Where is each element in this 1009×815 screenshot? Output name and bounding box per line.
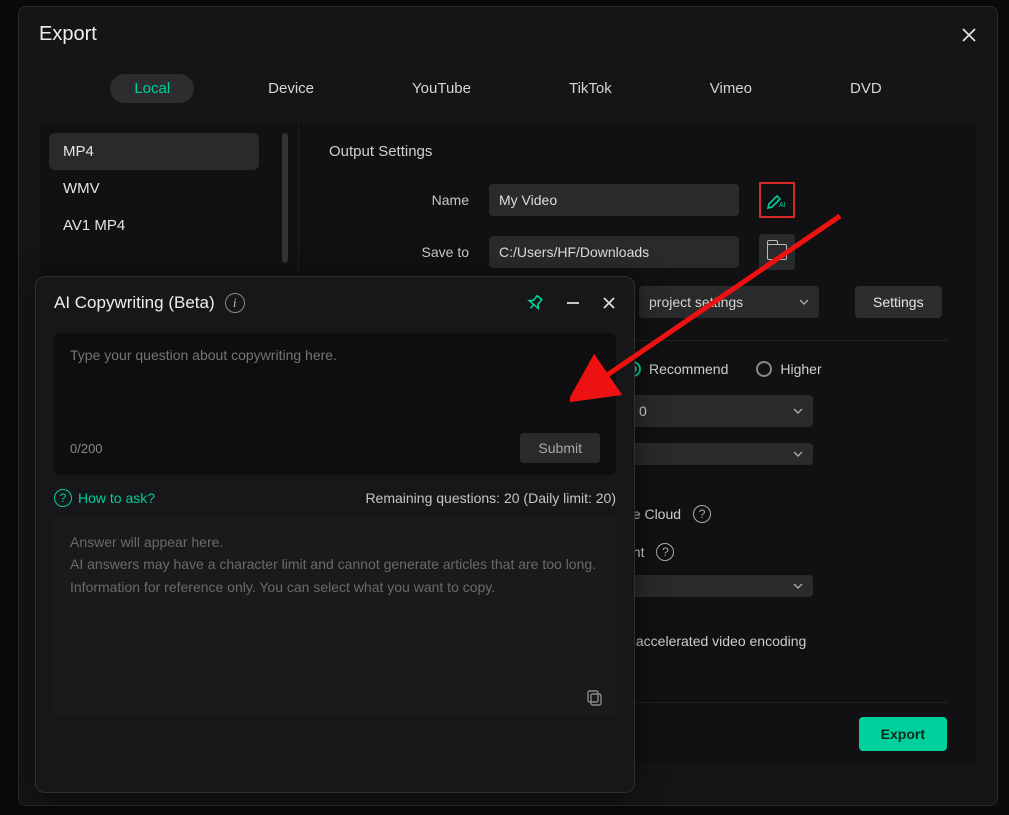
tab-tiktok[interactable]: TikTok xyxy=(545,74,636,103)
settings-button[interactable]: Settings xyxy=(855,286,942,318)
folder-icon[interactable] xyxy=(759,234,795,270)
export-tabs: Local Device YouTube TikTok Vimeo DVD xyxy=(39,56,977,113)
saveto-input[interactable] xyxy=(489,236,739,268)
help-icon[interactable]: ? xyxy=(693,505,711,523)
ai-copywriting-panel: AI Copywriting (Beta) i 0/200 Submit ? H… xyxy=(35,276,635,793)
answer-area: Answer will appear here. AI answers may … xyxy=(54,517,616,717)
pin-icon[interactable] xyxy=(526,294,544,312)
dropdown-1[interactable]: 0 xyxy=(629,395,813,427)
quality-higher-radio[interactable]: Higher xyxy=(756,361,821,377)
chevron-down-icon xyxy=(799,299,809,305)
howto-link[interactable]: ? How to ask? xyxy=(54,489,155,507)
format-av1mp4[interactable]: AV1 MP4 xyxy=(49,207,259,244)
help-icon: ? xyxy=(54,489,72,507)
dropdown-3[interactable] xyxy=(629,575,813,597)
saveto-label: Save to xyxy=(329,244,469,260)
chevron-down-icon xyxy=(793,451,803,457)
encoding-label: J accelerated video encoding xyxy=(625,633,806,649)
tab-local[interactable]: Local xyxy=(110,74,194,103)
preset-dropdown[interactable]: project settings xyxy=(639,286,819,318)
tab-vimeo[interactable]: Vimeo xyxy=(686,74,776,103)
name-input[interactable] xyxy=(489,184,739,216)
help-icon[interactable]: ? xyxy=(656,543,674,561)
tab-youtube[interactable]: YouTube xyxy=(388,74,495,103)
export-button[interactable]: Export xyxy=(859,717,947,751)
char-counter: 0/200 xyxy=(70,441,103,456)
format-mp4[interactable]: MP4 xyxy=(49,133,259,170)
svg-text:AI: AI xyxy=(779,202,786,209)
remaining-label: Remaining questions: 20 (Daily limit: 20… xyxy=(365,490,616,506)
ai-question-input[interactable] xyxy=(70,347,600,433)
quality-recommend-radio[interactable]: Recommend xyxy=(625,361,728,377)
copy-icon[interactable] xyxy=(586,689,604,707)
tab-dvd[interactable]: DVD xyxy=(826,74,906,103)
info-icon[interactable]: i xyxy=(225,293,245,313)
format-wmv[interactable]: WMV xyxy=(49,170,259,207)
close-icon[interactable] xyxy=(602,296,616,310)
dialog-title: Export xyxy=(39,23,97,46)
chevron-down-icon xyxy=(793,408,803,414)
tab-device[interactable]: Device xyxy=(244,74,338,103)
scrollbar[interactable] xyxy=(282,133,288,263)
output-settings-title: Output Settings xyxy=(329,143,947,160)
name-label: Name xyxy=(329,192,469,208)
ai-name-button[interactable]: AI xyxy=(759,182,795,218)
chevron-down-icon xyxy=(793,583,803,589)
close-icon[interactable] xyxy=(961,27,977,43)
submit-button[interactable]: Submit xyxy=(520,433,600,463)
minimize-icon[interactable] xyxy=(566,296,580,310)
ai-panel-title: AI Copywriting (Beta) xyxy=(54,293,215,313)
dropdown-2[interactable] xyxy=(629,443,813,465)
